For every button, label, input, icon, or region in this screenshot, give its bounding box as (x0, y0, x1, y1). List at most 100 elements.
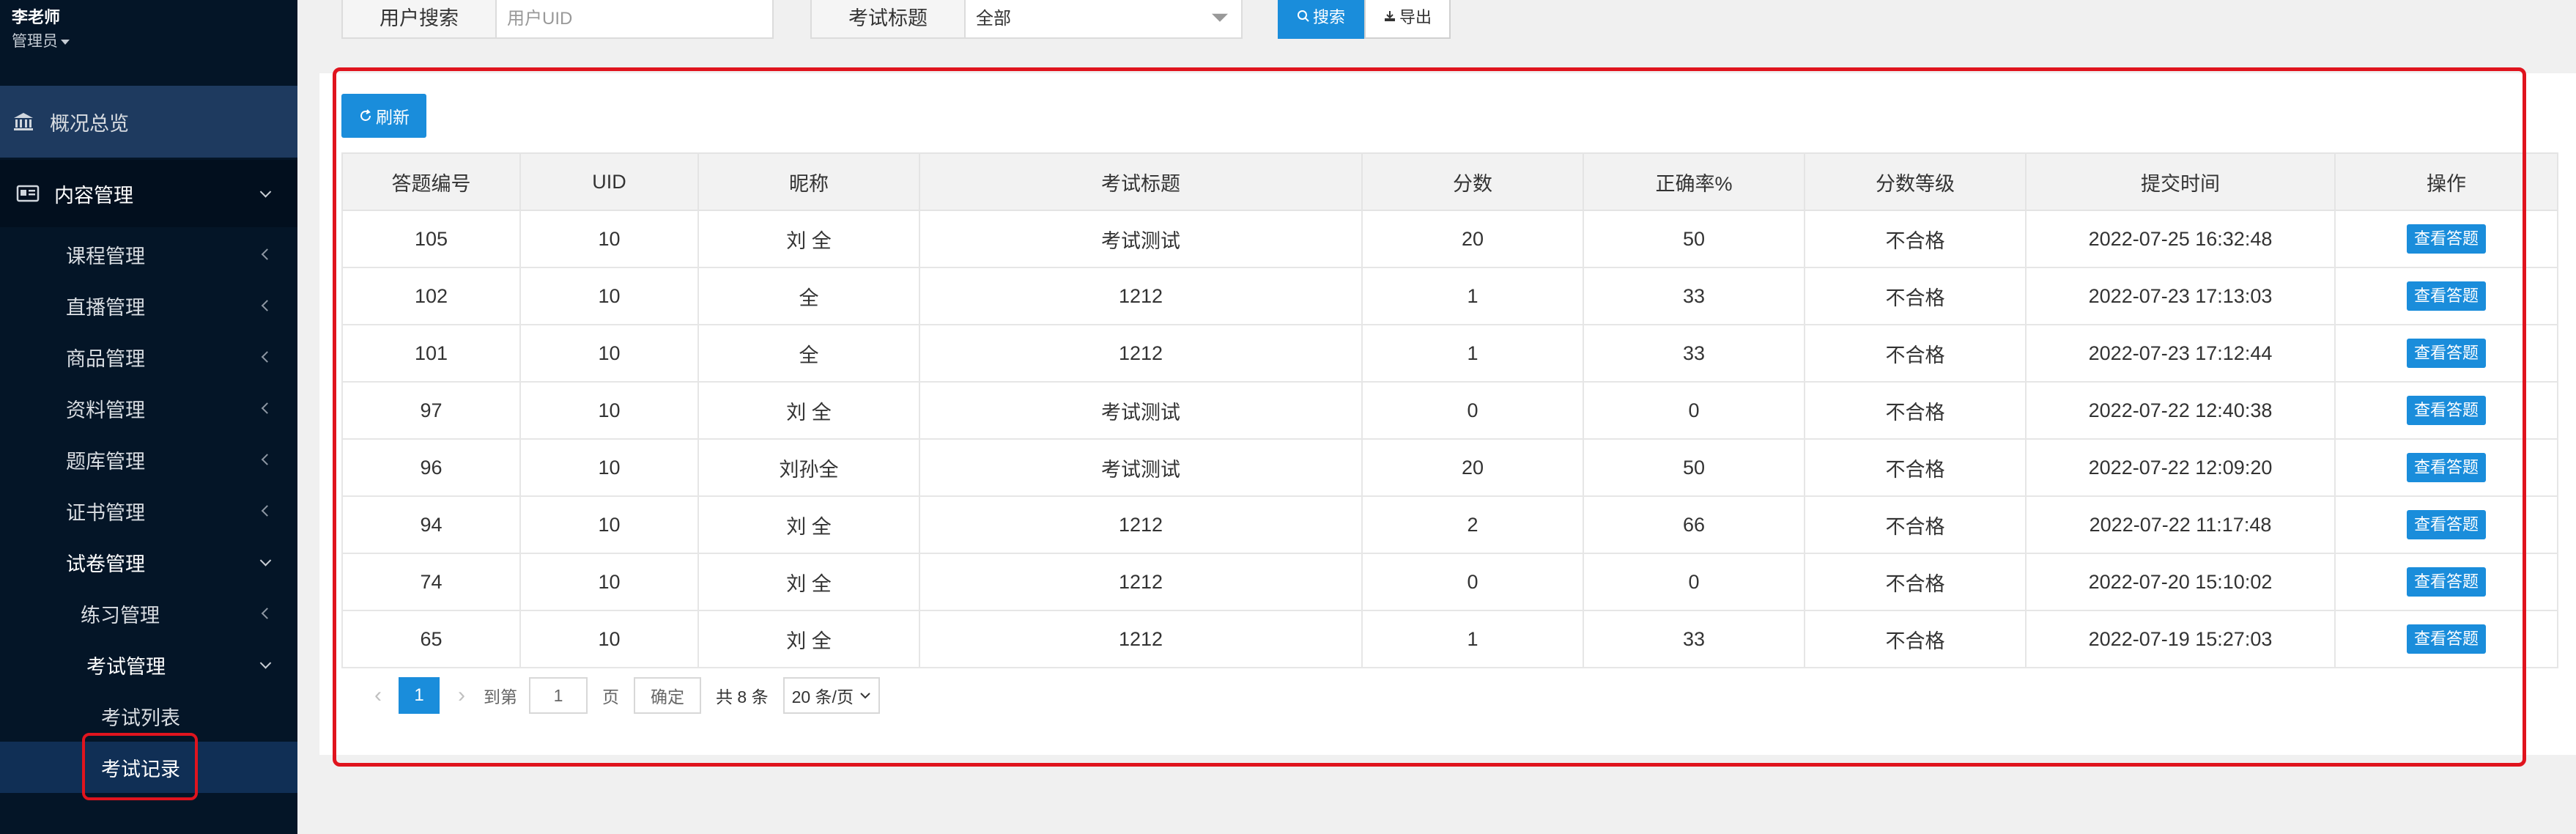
chevron-left-icon (261, 454, 273, 465)
cell-exam-title: 1212 (919, 267, 1363, 325)
sidebar: 李老师 管理员 概况总览 内容管理 课程管理 直播管理 商品管理 资料管理 题库… (0, 0, 297, 834)
goto-confirm-button[interactable]: 确定 (634, 677, 701, 714)
view-answers-button[interactable]: 查看答题 (2406, 510, 2486, 539)
cell-score: 1 (1361, 324, 1584, 383)
cell-grade: 不合格 (1804, 495, 2027, 554)
cell-score: 20 (1361, 438, 1584, 497)
cell-id: 96 (341, 438, 521, 497)
cell-id: 97 (341, 381, 521, 440)
cell-id: 105 (341, 210, 521, 268)
page-1-button[interactable]: 1 (399, 677, 440, 714)
cell-id: 102 (341, 267, 521, 325)
col-header-score[interactable]: 分数 (1361, 152, 1584, 211)
cell-exam-title: 考试测试 (919, 210, 1363, 268)
bank-icon (10, 108, 37, 135)
refresh-button[interactable]: 刷新 (341, 94, 426, 138)
col-header-uid[interactable]: UID (519, 152, 699, 211)
view-answers-button[interactable]: 查看答题 (2406, 624, 2486, 654)
next-page-button[interactable]: › (447, 676, 476, 715)
cell-exam-title: 考试测试 (919, 381, 1363, 440)
cell-accuracy: 0 (1583, 553, 1805, 611)
view-answers-button[interactable]: 查看答题 (2406, 339, 2486, 368)
view-answers-button[interactable]: 查看答题 (2406, 567, 2486, 597)
total-count: 共 8 条 (716, 687, 769, 706)
goto-page-input[interactable]: 1 (529, 677, 588, 714)
cell-actions: 查看答题 (2334, 610, 2558, 668)
table-row: 94 10 刘 全 1212 2 66 不合格 2022-07-22 11:17:48 查看答题 (341, 495, 2558, 554)
cell-uid: 10 (519, 553, 699, 611)
cell-grade: 不合格 (1804, 210, 2027, 268)
cell-actions: 查看答题 (2334, 553, 2558, 611)
sidebar-item-question-bank[interactable]: 题库管理 (0, 434, 297, 485)
nav-content-mgmt[interactable]: 内容管理 (0, 160, 297, 227)
cell-exam-title: 1212 (919, 495, 1363, 554)
page-size-select[interactable]: 20 条/页 (782, 677, 880, 714)
search-icon (1297, 10, 1309, 22)
cell-accuracy: 50 (1583, 438, 1805, 497)
col-header-nickname[interactable]: 昵称 (697, 152, 920, 211)
exam-title-select[interactable]: 全部 (966, 0, 1243, 39)
user-uid-input[interactable]: 用户UID (497, 0, 774, 39)
nav-overview-label: 概况总览 (50, 112, 129, 135)
search-button[interactable]: 搜索 (1278, 0, 1364, 39)
card-icon (15, 180, 41, 207)
cell-nickname: 全 (697, 267, 920, 325)
table-row: 74 10 刘 全 1212 0 0 不合格 2022-07-20 15:10:02 查看答题 (341, 553, 2558, 611)
export-icon (1384, 11, 1395, 21)
sidebar-item-label: 练习管理 (81, 604, 160, 627)
col-header-submit-time[interactable]: 提交时间 (2025, 152, 2336, 211)
view-answers-button[interactable]: 查看答题 (2406, 281, 2486, 311)
chevron-left-icon (261, 402, 273, 414)
sidebar-item-course[interactable]: 课程管理 (0, 229, 297, 280)
cell-exam-title: 1212 (919, 324, 1363, 383)
cell-uid: 10 (519, 210, 699, 268)
chevron-left-icon (261, 300, 273, 311)
sidebar-item-exam-paper[interactable]: 试卷管理 (0, 536, 297, 588)
prev-page-button[interactable]: ‹ (363, 676, 393, 715)
pagination: ‹ 1 › 到第 1 页 确定 共 8 条 20 条/页 (363, 676, 880, 715)
chevron-left-icon (261, 608, 273, 619)
cell-submit-time: 2022-07-20 15:10:02 (2025, 553, 2336, 611)
table-row: 65 10 刘 全 1212 1 33 不合格 2022-07-19 15:27:03 查看答题 (341, 610, 2558, 668)
export-button[interactable]: 导出 (1364, 0, 1451, 39)
sidebar-item-label: 考试管理 (86, 655, 166, 678)
cell-score: 1 (1361, 610, 1584, 668)
col-header-actions: 操作 (2334, 152, 2558, 211)
sidebar-item-practice[interactable]: 练习管理 (0, 588, 297, 639)
user-role-dropdown[interactable]: 管理员 (12, 31, 70, 53)
chevron-left-icon (261, 505, 273, 517)
col-header-grade[interactable]: 分数等级 (1804, 152, 2027, 211)
sidebar-item-label: 证书管理 (66, 501, 145, 524)
col-header-id[interactable]: 答题编号 (341, 152, 521, 211)
user-block[interactable]: 李老师 管理员 (12, 4, 70, 53)
nav-content-label: 内容管理 (54, 184, 133, 207)
cell-submit-time: 2022-07-23 17:13:03 (2025, 267, 2336, 325)
view-answers-button[interactable]: 查看答题 (2406, 396, 2486, 425)
sidebar-item-materials[interactable]: 资料管理 (0, 383, 297, 434)
sidebar-item-label: 直播管理 (66, 296, 145, 319)
refresh-icon (360, 109, 371, 121)
sidebar-item-label: 考试列表 (101, 706, 180, 729)
chevron-down-icon (259, 186, 272, 198)
cell-nickname: 刘 全 (697, 610, 920, 668)
view-answers-button[interactable]: 查看答题 (2406, 453, 2486, 482)
exam-title-label: 考试标题 (810, 0, 966, 39)
cell-nickname: 刘 全 (697, 381, 920, 440)
nav-overview[interactable]: 概况总览 (0, 86, 297, 158)
sidebar-item-exam-mgmt[interactable]: 考试管理 (0, 639, 297, 690)
col-header-exam-title[interactable]: 考试标题 (919, 152, 1363, 211)
cell-accuracy: 33 (1583, 267, 1805, 325)
cell-uid: 10 (519, 610, 699, 668)
cell-uid: 10 (519, 324, 699, 383)
chevron-down-icon (259, 657, 272, 669)
col-header-accuracy[interactable]: 正确率% (1583, 152, 1805, 211)
goto-label: 到第 (484, 687, 517, 706)
cell-accuracy: 0 (1583, 381, 1805, 440)
sidebar-item-goods[interactable]: 商品管理 (0, 331, 297, 383)
search-button-label: 搜索 (1312, 8, 1345, 26)
caret-down-icon (61, 39, 70, 45)
sidebar-item-certificate[interactable]: 证书管理 (0, 485, 297, 536)
sidebar-item-live[interactable]: 直播管理 (0, 280, 297, 331)
export-button-label: 导出 (1399, 8, 1432, 26)
view-answers-button[interactable]: 查看答题 (2406, 224, 2486, 254)
